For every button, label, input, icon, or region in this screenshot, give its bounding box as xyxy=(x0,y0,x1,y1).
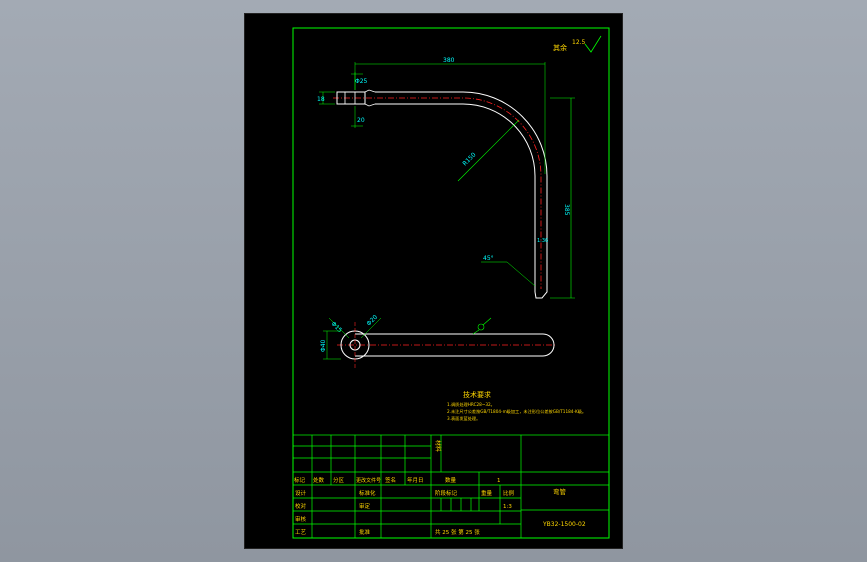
tech-note-1: 1.调质处理HRC28~32。 xyxy=(447,401,495,408)
dim-left-height: 18 xyxy=(317,96,325,103)
scale-label: 比例 xyxy=(503,489,515,497)
pipe-inner-contour xyxy=(375,103,536,292)
scale-value: 1:3 xyxy=(503,504,512,510)
sheet-info: 共 25 张 第 25 张 xyxy=(435,528,480,536)
tech-note-3: 3.表面发蓝处理。 xyxy=(447,415,480,422)
dim-vertical-length-text: 385 xyxy=(563,204,570,216)
rev-header-mark: 标记 xyxy=(294,476,306,484)
tech-note-2: 2.未注尺寸公差按GB/T1804-m级加工，未注形位公差按GB/T1184-K… xyxy=(447,408,586,415)
roughness-label: 其余 xyxy=(553,43,567,52)
role-review: 审核 xyxy=(295,515,307,523)
dim-chamfer: 45° xyxy=(481,255,536,287)
roughness-symbol: 其余 12.5 xyxy=(553,35,602,53)
dim-top-length: 380 xyxy=(354,57,546,174)
dim-end-dia-1: Φ25 xyxy=(355,78,368,85)
roughness-value: 12.5 xyxy=(572,39,586,46)
plan-width: Φ40 xyxy=(320,339,327,352)
rev-header-zone: 分区 xyxy=(333,476,345,484)
dim-bend-radius: R150 xyxy=(457,119,520,182)
dim-vertical-length: 385 xyxy=(550,97,575,299)
approve-label: 审定 xyxy=(359,502,371,510)
qty-value: 1 xyxy=(497,478,501,484)
pipe-outer-contour xyxy=(375,91,548,299)
plan-dim-1: Φ15 xyxy=(330,320,344,334)
rev-header-doc: 更改文件号 xyxy=(356,477,381,484)
dim-top-length-text: 380 xyxy=(443,57,455,64)
drawing-canvas: 其余 12.5 380 385 R150 Φ25 20 18 45° 1:36 … xyxy=(292,27,610,539)
pipe-centerline xyxy=(333,97,542,289)
front-view: 380 385 R150 Φ25 20 18 45° 1:36 xyxy=(317,57,575,299)
plan-dim-2: Φ20 xyxy=(365,314,379,328)
rev-header-date: 年月日 xyxy=(407,476,424,484)
side-note-text: 1:36 xyxy=(537,238,548,244)
std-label: 标准化 xyxy=(359,489,376,497)
ratify-label: 批准 xyxy=(359,528,371,536)
stage-label: 阶段标记 xyxy=(435,489,458,497)
role-process: 工艺 xyxy=(295,529,307,536)
dim-bend-radius-text: R150 xyxy=(461,151,477,167)
qty-label: 数量 xyxy=(445,476,457,484)
role-check: 校对 xyxy=(295,502,307,510)
tech-notes: 技术要求 1.调质处理HRC28~32。 2.未注尺寸公差按GB/T1804-m… xyxy=(447,390,586,422)
weight-label: 重量 xyxy=(481,489,493,497)
roughness-check-icon xyxy=(584,35,602,53)
dim-end-dia-2: 20 xyxy=(357,117,365,124)
drawing-sheet: 其余 12.5 380 385 R150 Φ25 20 18 45° 1:36 … xyxy=(244,13,623,549)
tech-notes-title: 技术要求 xyxy=(463,390,491,399)
role-design: 设计 xyxy=(295,489,307,497)
title-block-text: 材料 标记 处数 分区 更改文件号 签名 年月日 设计 校对 审核 工艺 标准化… xyxy=(294,440,586,536)
part-name: 弯管 xyxy=(553,487,567,496)
rev-header-count: 处数 xyxy=(313,476,325,484)
cad-viewport[interactable]: 其余 12.5 380 385 R150 Φ25 20 18 45° 1:36 … xyxy=(0,0,867,562)
dim-chamfer-text: 45° xyxy=(483,255,494,262)
plan-view: Φ15 Φ20 Φ40 xyxy=(320,314,557,368)
rev-header-sign: 签名 xyxy=(385,476,396,484)
dim-left-end: Φ25 20 18 xyxy=(317,72,368,128)
drawing-number: YB32-1500-02 xyxy=(542,521,586,528)
material-label: 材料 xyxy=(434,440,442,452)
